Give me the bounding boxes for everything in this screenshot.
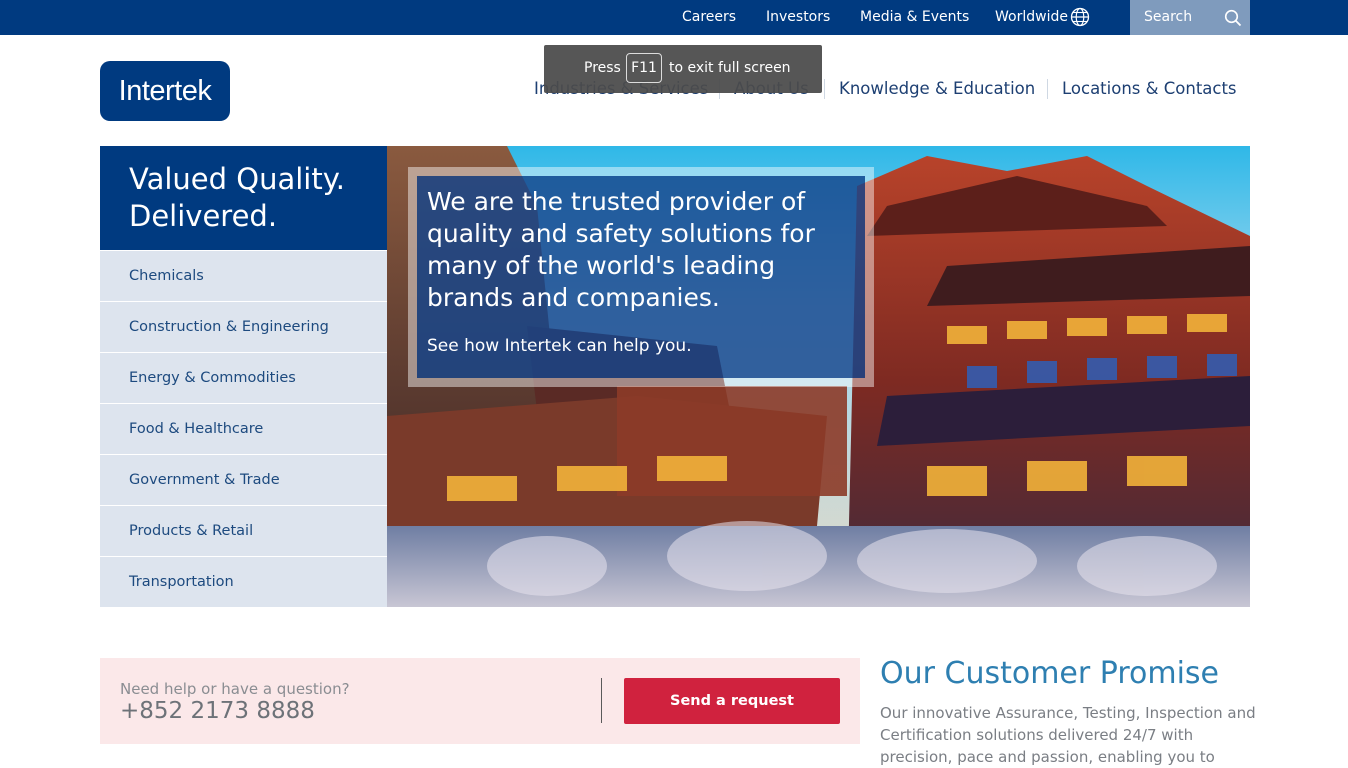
search-label[interactable]: Search xyxy=(1144,0,1192,35)
help-question: Need help or have a question? xyxy=(120,680,350,698)
toast-key: F11 xyxy=(626,53,662,83)
tagline-line-1: Valued Quality. xyxy=(129,162,345,196)
send-request-button[interactable]: Send a request xyxy=(624,678,840,724)
sidenav-item-food-healthcare[interactable]: Food & Healthcare xyxy=(100,403,387,454)
logo-text: Intertek xyxy=(118,75,212,107)
nav-locations-contacts[interactable]: Locations & Contacts xyxy=(1062,76,1237,102)
sidenav-item-government-trade[interactable]: Government & Trade xyxy=(100,454,387,505)
toast-suffix: to exit full screen xyxy=(669,60,791,76)
help-box: Need help or have a question? +852 2173 … xyxy=(100,658,860,744)
intertek-logo[interactable]: Intertek xyxy=(100,61,230,121)
sidenav-item-chemicals[interactable]: Chemicals xyxy=(100,250,387,301)
industry-sidenav: Chemicals Construction & Engineering Ene… xyxy=(100,250,387,607)
globe-icon[interactable] xyxy=(1070,7,1090,27)
hero-message-card[interactable]: We are the trusted provider of quality a… xyxy=(417,176,865,378)
hero-cta-link[interactable]: See how Intertek can help you. xyxy=(427,336,692,356)
nav-knowledge-education[interactable]: Knowledge & Education xyxy=(839,76,1035,102)
investors-link[interactable]: Investors xyxy=(766,0,830,35)
worldwide-link[interactable]: Worldwide xyxy=(995,0,1068,35)
hero-headline: We are the trusted provider of quality a… xyxy=(427,187,815,312)
customer-promise-title: Our Customer Promise xyxy=(880,656,1219,691)
tagline-line-2: Delivered. xyxy=(129,199,278,233)
sidenav-item-label: Energy & Commodities xyxy=(129,370,296,386)
sidenav-item-transportation[interactable]: Transportation xyxy=(100,556,387,607)
search-box[interactable]: Search xyxy=(1130,0,1250,35)
sidenav-item-energy-commodities[interactable]: Energy & Commodities xyxy=(100,352,387,403)
nav-divider xyxy=(824,79,825,99)
careers-link[interactable]: Careers xyxy=(682,0,736,35)
sidenav-item-label: Products & Retail xyxy=(129,523,254,539)
sidenav-item-label: Transportation xyxy=(129,574,234,590)
sidenav-item-label: Food & Healthcare xyxy=(129,421,264,437)
sidenav-item-label: Chemicals xyxy=(129,268,204,284)
tagline-panel: Valued Quality. Delivered. xyxy=(100,146,387,250)
customer-promise-text: Our innovative Assurance, Testing, Inspe… xyxy=(880,704,1256,766)
utility-bar: Careers Investors Media & Events Worldwi… xyxy=(0,0,1348,35)
search-icon[interactable] xyxy=(1224,9,1242,27)
help-divider xyxy=(601,678,602,723)
sidenav-item-label: Construction & Engineering xyxy=(129,319,329,335)
sidenav-item-label: Government & Trade xyxy=(129,472,280,488)
help-phone[interactable]: +852 2173 8888 xyxy=(120,698,315,724)
sidenav-item-products-retail[interactable]: Products & Retail xyxy=(100,505,387,556)
media-events-link[interactable]: Media & Events xyxy=(860,0,969,35)
sidenav-item-construction-engineering[interactable]: Construction & Engineering xyxy=(100,301,387,352)
toast-prefix: Press xyxy=(584,60,621,76)
nav-divider xyxy=(1047,79,1048,99)
fullscreen-toast: Press F11 to exit full screen xyxy=(544,45,822,93)
